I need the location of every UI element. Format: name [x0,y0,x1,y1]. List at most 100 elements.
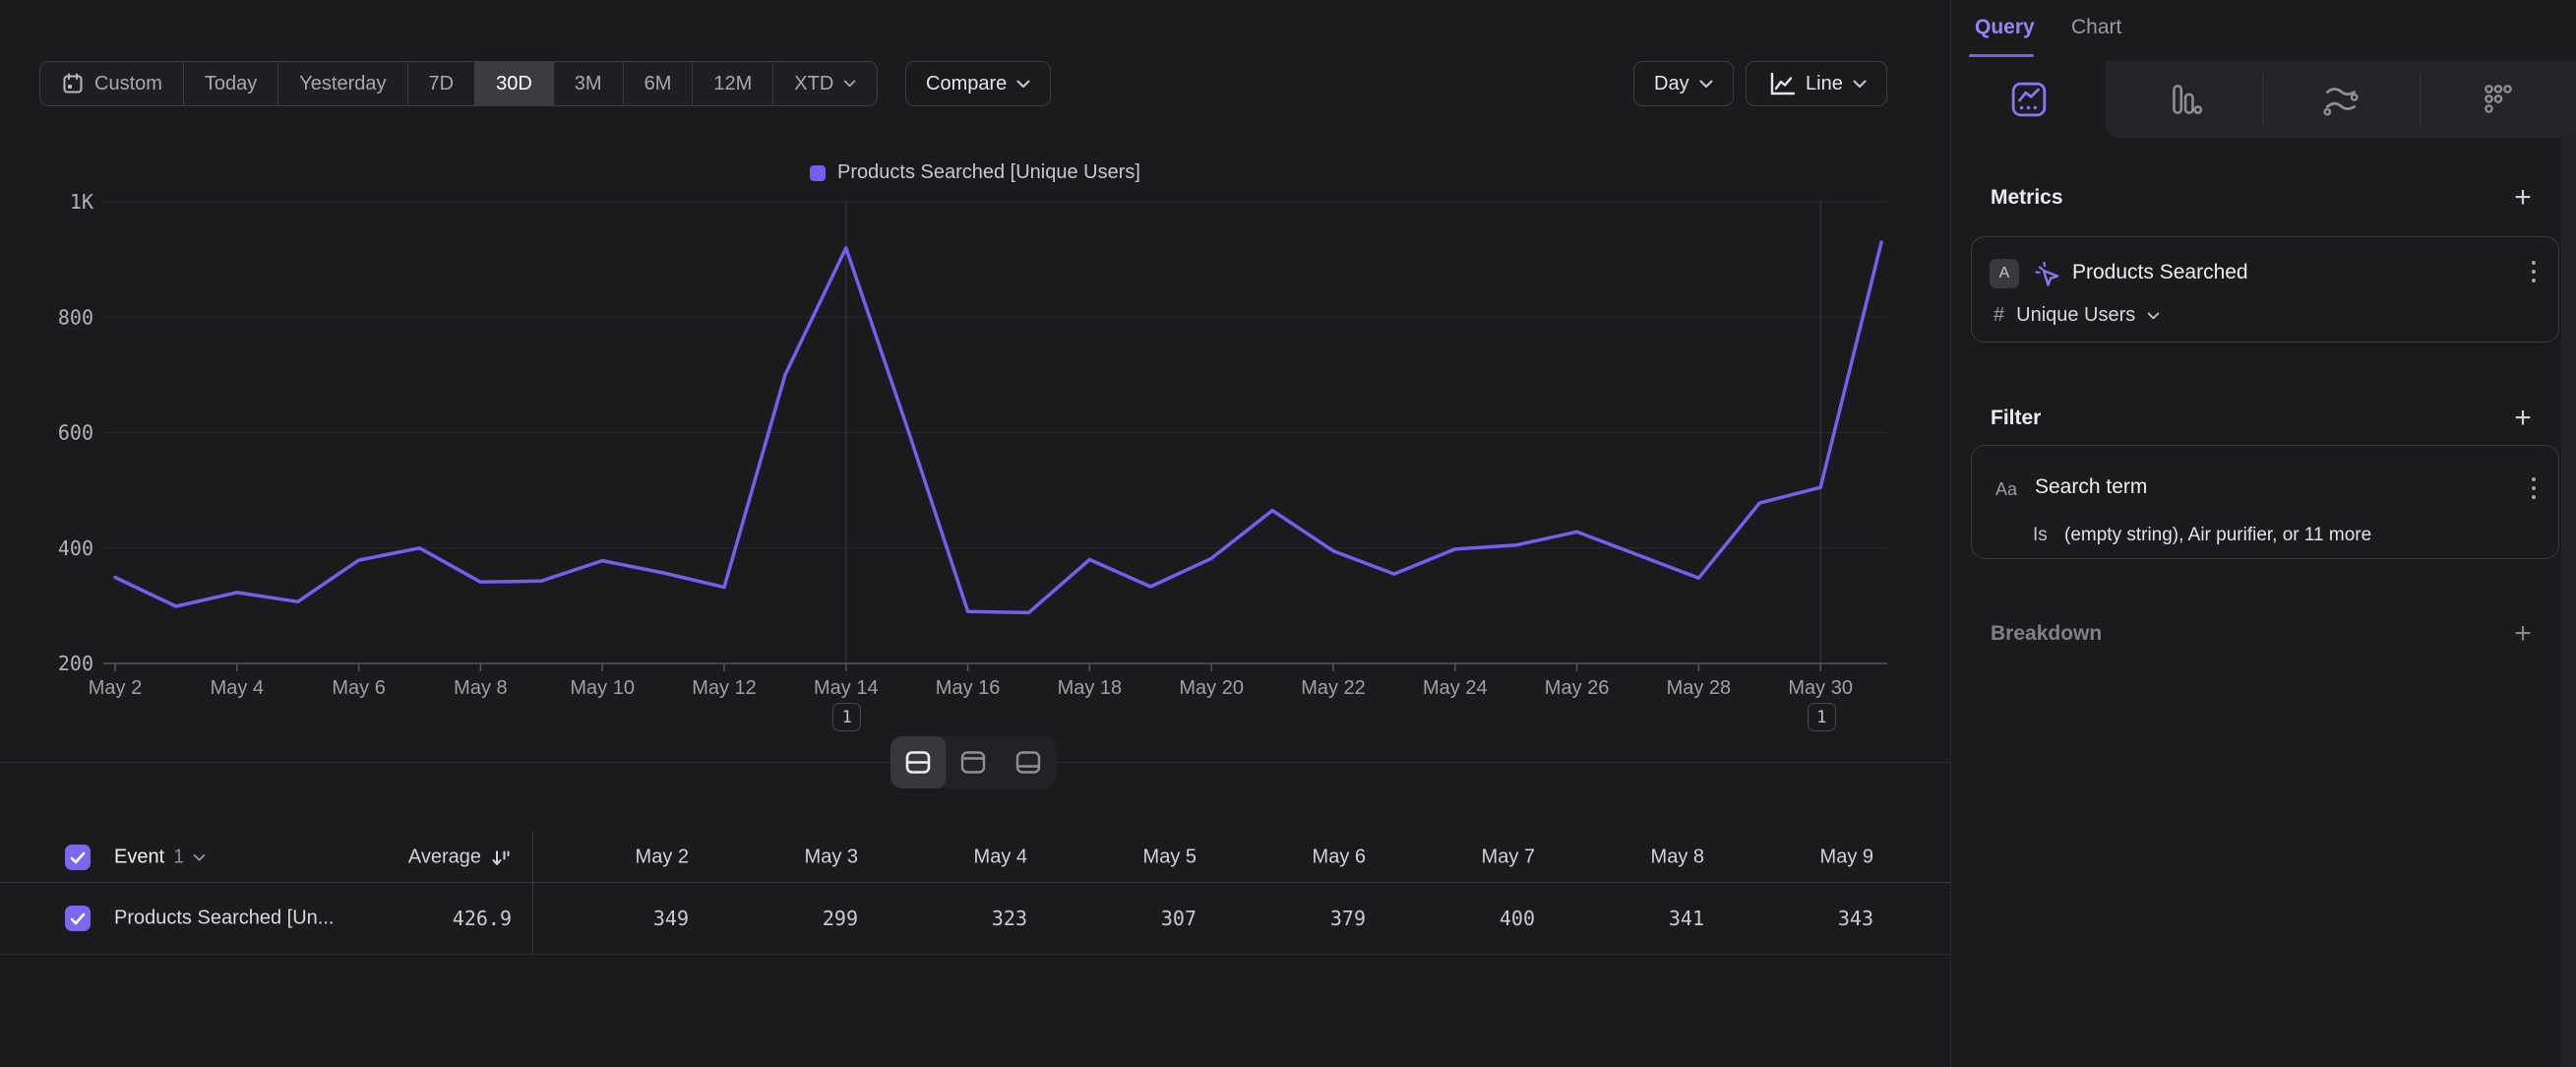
chevron-down-icon [1853,80,1867,89]
legend-swatch [810,165,826,181]
table-cell-value: 379 [1196,907,1366,930]
x-axis-label: May 14 [814,677,879,699]
date-range-3m[interactable]: 3M [554,62,624,105]
results-table: Event 1 Average May 2May 3May 4May 5May … [0,833,1950,955]
scrollbar-track[interactable] [2561,138,2576,1067]
table-column-divider [532,833,533,954]
filter-card[interactable]: Aa Search term Is (empty string), Air pu… [1971,445,2559,559]
filter-value[interactable]: (empty string), Air purifier, or 11 more [2064,525,2371,546]
funnel-bars-icon [2166,81,2203,118]
x-axis-label: May 16 [936,677,1001,699]
chevron-down-icon [1016,80,1030,89]
date-column-header: May 7 [1366,847,1535,869]
breakdown-heading: Breakdown [1991,622,2102,646]
retention-dots-icon [2480,81,2517,118]
query-sidebar: Query Chart Metrics + A Products Searche… [1950,0,2576,1067]
x-axis-label: May 30 [1788,677,1853,699]
kebab-menu-icon[interactable] [2531,259,2537,286]
date-range-xtd[interactable]: XTD [773,62,877,105]
table-cell-value: 299 [689,907,858,930]
date-range-today[interactable]: Today [184,62,278,105]
chevron-down-icon [1699,80,1713,89]
select-all-checkbox[interactable] [65,845,91,870]
event-column-header[interactable]: Event 1 [114,847,206,869]
layout-table-only-button[interactable] [1001,736,1056,788]
chart-legend[interactable]: Products Searched [Unique Users] [0,161,1950,184]
layout-bottom-icon [1013,749,1043,776]
event-count: 1 [173,847,184,869]
table-cell-value: 307 [1027,907,1196,930]
date-range-6m[interactable]: 6M [624,62,694,105]
line-chart-icon [1766,71,1796,97]
sort-icon [490,847,512,868]
chart-type-button[interactable]: Line [1746,61,1887,106]
y-axis-label: 400 [58,536,93,560]
x-axis-label: May 6 [332,677,385,699]
metrics-heading: Metrics [1991,186,2063,210]
flow-icon [2322,81,2360,118]
annotation-badge[interactable]: 1 [832,703,861,731]
measure-label: Unique Users [2016,304,2135,327]
text-property-icon: Aa [1995,479,2017,500]
x-axis-label: May 10 [570,677,635,699]
date-column-header: May 3 [689,847,858,869]
date-column-header: May 9 [1704,847,1873,869]
table-cell-value: 323 [858,907,1027,930]
annotation-badge[interactable]: 1 [1808,703,1836,731]
measure-selector[interactable]: # Unique Users [1993,304,2160,327]
metric-name[interactable]: Products Searched [2072,261,2248,284]
table-cell-value: 349 [520,907,689,930]
y-axis-label: 1K [70,190,93,214]
granularity-button[interactable]: Day [1633,61,1734,106]
compare-label: Compare [926,73,1007,95]
x-axis-label: May 8 [454,677,507,699]
viz-tab-insights[interactable] [1951,61,2106,138]
filter-property-name[interactable]: Search term [2035,475,2147,499]
date-range-control: CustomTodayYesterday7D30D3M6M12MXTD [39,61,878,106]
viz-tab-funnels[interactable] [2106,61,2262,138]
granularity-label: Day [1654,73,1689,95]
layout-chart-only-button[interactable] [946,736,1001,788]
calendar-icon [61,72,85,95]
chevron-down-icon [843,80,856,88]
tab-chart[interactable]: Chart [2071,16,2121,39]
filter-heading: Filter [1991,407,2041,430]
table-cell-value: 341 [1535,907,1704,930]
table-cell-value: 343 [1704,907,1873,930]
tab-query[interactable]: Query [1975,16,2035,39]
x-axis-label: May 26 [1545,677,1610,699]
viz-tab-retention[interactable] [2420,61,2576,138]
date-column-header: May 8 [1535,847,1704,869]
average-column-header[interactable]: Average [276,847,512,869]
series-letter-badge: A [1990,259,2019,288]
legend-label: Products Searched [Unique Users] [837,161,1140,184]
date-column-header: May 4 [858,847,1027,869]
filter-operator[interactable]: Is [2033,525,2048,546]
insights-icon [2010,81,2048,118]
date-range-custom[interactable]: Custom [40,62,184,105]
event-click-icon [2031,258,2062,289]
x-axis-label: May 24 [1423,677,1488,699]
date-range-yesterday[interactable]: Yesterday [278,62,407,105]
metric-card[interactable]: A Products Searched # Unique Users [1971,236,2559,343]
compare-button[interactable]: Compare [905,61,1051,106]
average-label: Average [408,847,481,869]
date-range-30d[interactable]: 30D [475,62,554,105]
date-range-12m[interactable]: 12M [693,62,773,105]
x-axis-label: May 22 [1301,677,1366,699]
layout-toggle [890,736,1056,788]
table-header-row: Event 1 Average May 2May 3May 4May 5May … [0,833,1950,883]
active-tab-underline [1969,54,2034,57]
x-axis-label: May 28 [1667,677,1732,699]
add-breakdown-button[interactable]: + [2506,617,2540,651]
kebab-menu-icon[interactable] [2531,475,2537,503]
row-checkbox[interactable] [65,906,91,931]
chevron-down-icon [2147,312,2160,320]
add-filter-button[interactable]: + [2506,402,2540,435]
add-metric-button[interactable]: + [2506,181,2540,215]
row-average-value: 426.9 [276,907,512,930]
layout-split-button[interactable] [890,736,946,788]
viz-tab-flows[interactable] [2262,61,2420,138]
date-range-7d[interactable]: 7D [408,62,476,105]
event-label: Event [114,847,164,869]
